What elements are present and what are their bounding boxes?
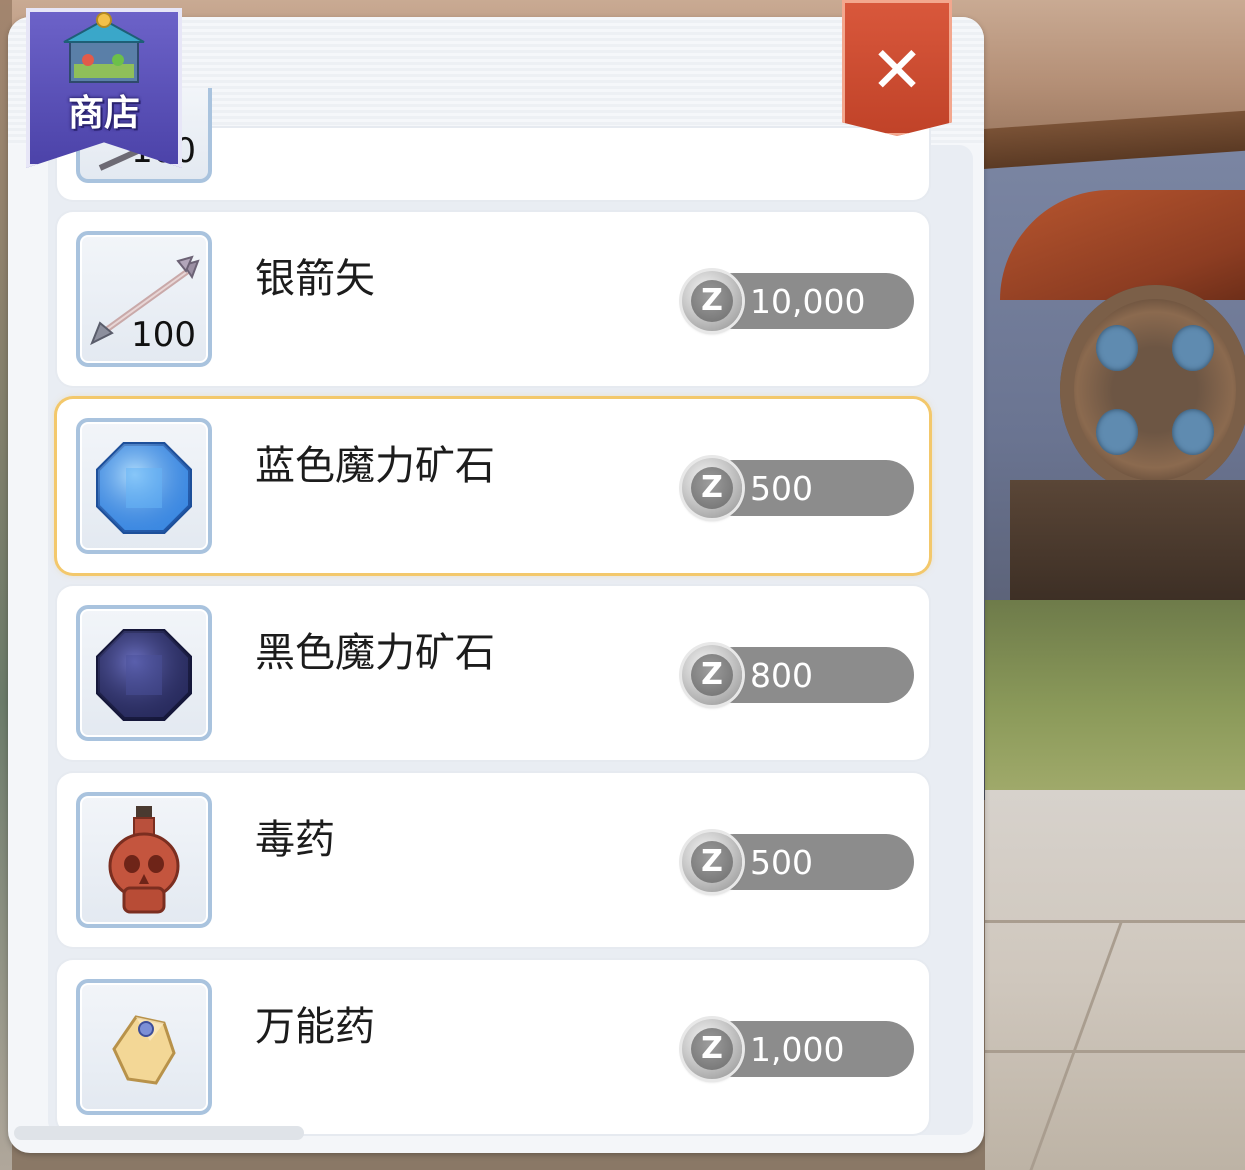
list-item[interactable]: 黑色魔力矿石 Z 800 xyxy=(57,586,929,760)
close-icon: ✕ xyxy=(870,34,924,108)
item-icon-box xyxy=(76,605,212,741)
item-price: 800 xyxy=(750,656,813,695)
zeny-coin-icon: Z xyxy=(682,1019,742,1079)
zeny-coin-icon: Z xyxy=(682,458,742,518)
list-item[interactable]: 万能药 Z 1,000 xyxy=(57,960,929,1134)
list-item-partial[interactable]: 100 xyxy=(57,88,929,200)
item-icon-box: 100 xyxy=(76,231,212,367)
item-name: 银箭矢 xyxy=(255,256,375,302)
zeny-coin-icon: Z xyxy=(682,271,742,331)
item-icon-box xyxy=(76,418,212,554)
price-tag: Z 500 xyxy=(682,832,914,892)
item-name: 黑色魔力矿石 xyxy=(255,630,495,676)
price-tag: Z 10,000 xyxy=(682,271,914,331)
item-name: 蓝色魔力矿石 xyxy=(255,443,495,489)
item-price: 1,000 xyxy=(750,1030,845,1069)
zeny-coin-icon: Z xyxy=(682,645,742,705)
shop-stall-icon xyxy=(63,12,145,83)
price-tag: Z 1,000 xyxy=(682,1019,914,1079)
price-tag: Z 800 xyxy=(682,645,914,705)
item-icon-box xyxy=(76,792,212,928)
horizontal-scrollbar[interactable] xyxy=(14,1126,304,1140)
shop-title: 商店 xyxy=(67,93,140,134)
item-price: 500 xyxy=(750,469,813,508)
item-icon-box xyxy=(76,979,212,1115)
list-item[interactable]: 100 银箭矢 Z 10,000 xyxy=(57,212,929,386)
item-name: 毒药 xyxy=(255,817,335,863)
price-tag: Z 500 xyxy=(682,458,914,518)
wheel-decoration xyxy=(1060,285,1245,495)
poison-bottle-icon xyxy=(108,806,180,914)
shop-title-banner: 商店 xyxy=(26,8,182,168)
item-name: 万能药 xyxy=(255,1004,375,1050)
list-item-selected[interactable]: 蓝色魔力矿石 Z 500 xyxy=(57,399,929,573)
item-price: 500 xyxy=(750,843,813,882)
close-button[interactable]: ✕ xyxy=(842,0,952,136)
panacea-icon xyxy=(112,1015,176,1085)
black-gemstone-icon xyxy=(96,629,192,721)
blue-gemstone-icon xyxy=(96,442,192,534)
item-price: 10,000 xyxy=(750,282,866,321)
zeny-coin-icon: Z xyxy=(682,832,742,892)
item-quantity: 100 xyxy=(131,315,196,355)
list-item[interactable]: 毒药 Z 500 xyxy=(57,773,929,947)
